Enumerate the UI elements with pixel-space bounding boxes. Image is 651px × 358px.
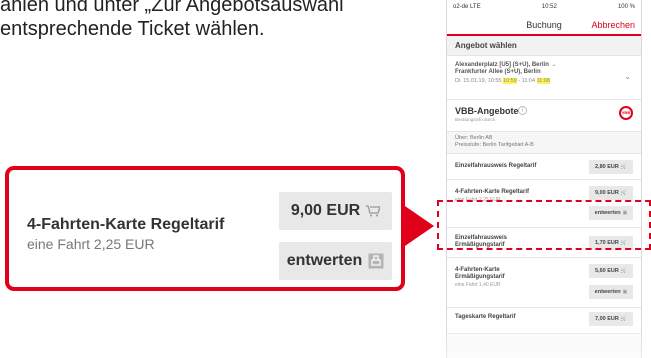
ticket-name: Einzelfahrausweis Regeltarif — [455, 163, 537, 169]
tariff-via: Über: Berlin AB — [455, 135, 493, 141]
price-button[interactable]: 2,80 EUR 🛒 — [589, 160, 633, 174]
offer-section-header: Angebot wählen — [447, 36, 641, 56]
info-icon[interactable]: i — [518, 106, 527, 115]
screenshot-page: ählen und unter „Zur Angebotsauswahl ent… — [0, 0, 651, 358]
vbb-logo: VBB — [619, 106, 633, 120]
ticket-row: Einzelfahrausweis Regeltarif 2,80 EUR 🛒 — [447, 154, 641, 180]
cancel-button[interactable]: entwerten ▣ — [589, 285, 633, 299]
stamp-icon — [368, 253, 384, 269]
route-line-1: Alexanderplatz [U5] (S+U), Berlin → — [455, 62, 557, 68]
clock-label: 10:52 — [541, 4, 557, 10]
instruction-caption: ählen und unter „Zur Angebotsauswahl ent… — [0, 0, 344, 41]
cart-icon — [366, 205, 381, 217]
caption-line-1: ählen und unter „Zur Angebotsauswahl — [0, 0, 344, 16]
carrier-label: o2-de LTE — [453, 4, 481, 10]
battery-label: 100 % — [617, 4, 635, 10]
nav-bar: Buchung Abbrechen — [447, 15, 641, 36]
stamp-icon: ▣ — [622, 290, 628, 295]
chevron-down-icon[interactable]: ⌄ — [624, 72, 631, 81]
fade-overlay — [446, 318, 642, 358]
zoom-cancel-label: entwerten — [286, 252, 363, 269]
vbb-title: VBB-Angebote — [455, 106, 519, 116]
status-bar: o2-de LTE 10:52 100 % — [447, 0, 641, 15]
route-line-2: Frankfurter Allee (S+U), Berlin — [455, 69, 541, 75]
ticket-name: 4-Fahrten-Karte Ermäßigungstarif — [455, 267, 505, 280]
zoom-price-button[interactable]: 9,00 EUR — [279, 192, 392, 230]
ticket-sub: eine Fahrt 1,40 EUR — [455, 282, 501, 288]
zoomed-ticket-callout: 4-Fahrten-Karte Regeltarif eine Fahrt 2,… — [5, 166, 405, 291]
ticket-name: 4-Fahrten-Karte Regeltarif — [455, 189, 530, 195]
callout-arrow — [402, 204, 434, 248]
cart-icon: 🛒 — [620, 269, 627, 274]
cart-icon: 🛒 — [620, 165, 627, 170]
caption-line-2: entsprechende Ticket wählen. — [0, 18, 265, 40]
price-button[interactable]: 9,00 EUR 🛒 — [589, 186, 633, 200]
route-summary[interactable]: Alexanderplatz [U5] (S+U), Berlin → Fran… — [447, 56, 641, 100]
highlight-dashed-box — [437, 200, 651, 250]
cart-icon: 🛒 — [620, 191, 627, 196]
vbb-subtitle: Beratungsinfo durch — [455, 117, 496, 122]
vbb-offers-header: VBB-Angebote Beratungsinfo durch i VBB — [447, 100, 641, 132]
route-times: Di. 15.01.19, 10:55 10:59 - 11:04 11:08 — [455, 78, 550, 84]
zoom-price-label: 9,00 EUR — [290, 202, 361, 219]
zoom-ticket-name: 4-Fahrten-Karte Regeltarif — [27, 216, 225, 233]
phone-screen: o2-de LTE 10:52 100 % Buchung Abbrechen … — [446, 0, 642, 358]
tariff-info: Über: Berlin AB Preisstufe: Berlin Tarif… — [447, 132, 641, 154]
zoom-ticket-subtitle: eine Fahrt 2,25 EUR — [27, 236, 155, 252]
price-button[interactable]: 5,60 EUR 🛒 — [589, 264, 633, 278]
cancel-link[interactable]: Abbrechen — [591, 20, 635, 30]
ticket-row: 4-Fahrten-Karte Ermäßigungstarif eine Fa… — [447, 258, 641, 308]
zoom-cancel-button[interactable]: entwerten — [279, 242, 392, 280]
tariff-zone: Preisstufe: Berlin Tarifgebiet A-B — [455, 142, 534, 148]
